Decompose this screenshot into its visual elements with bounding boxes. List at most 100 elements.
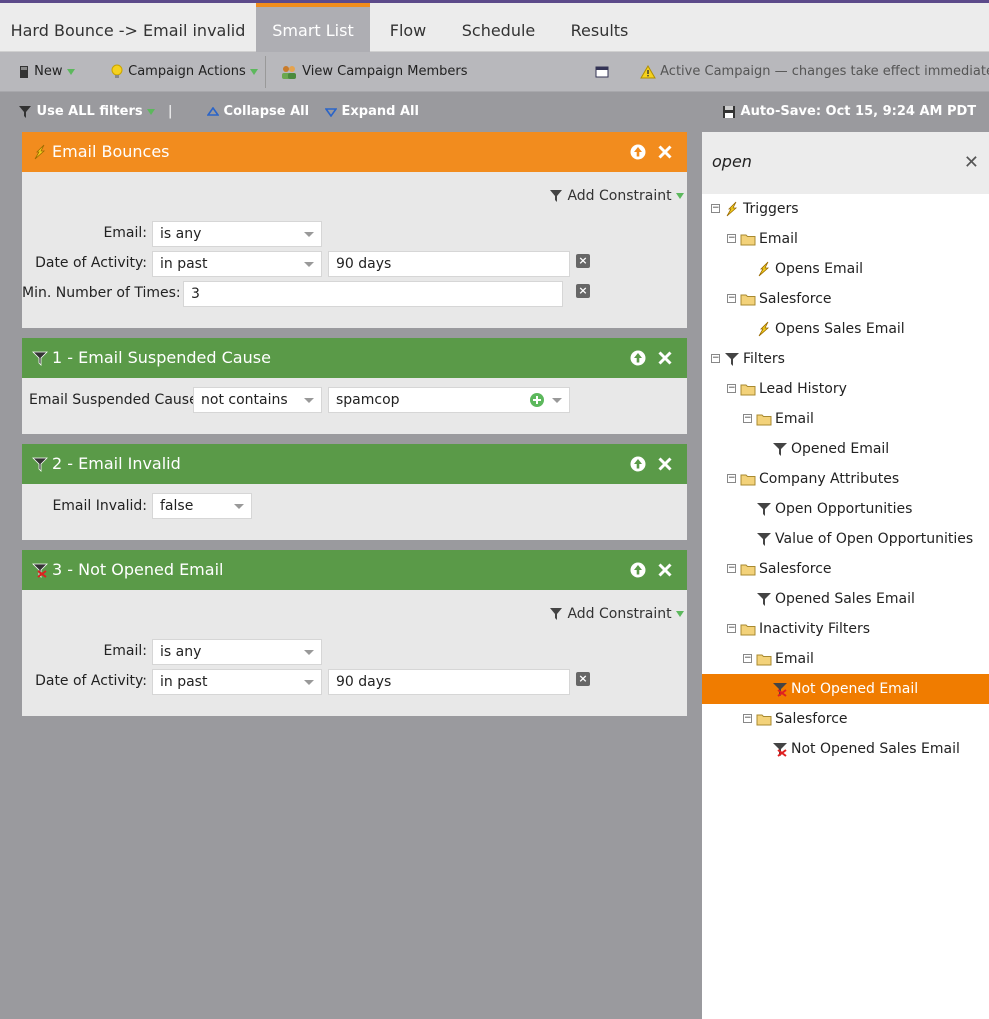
collapse-toggle-icon[interactable]: −	[727, 564, 736, 573]
add-constraint-button[interactable]: Add Constraint	[549, 606, 684, 622]
add-constraint-dropdown-icon	[675, 611, 684, 617]
tree-node-triggers[interactable]: − Triggers	[702, 194, 989, 224]
collapse-toggle-icon[interactable]: −	[727, 474, 736, 483]
new-dropdown-icon	[66, 68, 75, 75]
move-up-icon[interactable]	[630, 562, 646, 578]
date-of-activity-select[interactable]: in past	[152, 251, 322, 277]
tree-node-opened-email[interactable]: Opened Email	[702, 434, 989, 464]
card-header: 2 - Email Invalid	[22, 444, 687, 484]
toolbar: New Campaign Actions View Campaign Membe…	[0, 52, 989, 92]
move-up-icon[interactable]	[630, 350, 646, 366]
close-icon[interactable]	[657, 562, 673, 578]
tree-node-company-attributes[interactable]: − Company Attributes	[702, 464, 989, 494]
email-invalid-label: Email Invalid:	[52, 498, 147, 514]
tab-results[interactable]: Results	[551, 3, 648, 52]
tree-node-inactivity-filters[interactable]: − Inactivity Filters	[702, 614, 989, 644]
collapse-toggle-icon[interactable]: −	[743, 654, 752, 663]
sidebar-search-bar: open ✕	[702, 132, 989, 194]
window-icon[interactable]	[595, 52, 609, 92]
expand-all-label: Expand All	[341, 104, 419, 119]
tab-campaign-title[interactable]: Hard Bounce -> Email invalid	[0, 3, 256, 52]
collapse-toggle-icon[interactable]: −	[727, 234, 736, 243]
tree-node-email[interactable]: − Email	[702, 404, 989, 434]
tree-label: Salesforce	[759, 291, 832, 307]
move-up-icon[interactable]	[630, 144, 646, 160]
collapse-icon	[207, 106, 219, 117]
close-icon[interactable]	[657, 350, 673, 366]
filter-funnel-icon	[32, 350, 48, 366]
tree-node-salesforce[interactable]: − Salesforce	[702, 284, 989, 314]
tab-flow[interactable]: Flow	[370, 3, 446, 52]
filter-card-email-suspended-cause: 1 - Email Suspended Cause Email Suspende…	[22, 338, 687, 434]
close-icon[interactable]	[657, 456, 673, 472]
tab-bar: Hard Bounce -> Email invalid Smart List …	[0, 3, 989, 52]
tree-node-opens-email[interactable]: Opens Email	[702, 254, 989, 284]
tab-schedule[interactable]: Schedule	[446, 3, 551, 52]
active-campaign-notice: Active Campaign — changes take effect im…	[640, 52, 989, 92]
collapse-all-button[interactable]: Collapse All	[207, 92, 309, 132]
email-invalid-select[interactable]: false	[152, 493, 252, 519]
collapse-toggle-icon[interactable]: −	[727, 294, 736, 303]
tree-node-salesforce[interactable]: − Salesforce	[702, 704, 989, 734]
campaign-actions-button[interactable]: Campaign Actions	[110, 52, 258, 92]
min-number-input[interactable]: 3	[183, 281, 563, 307]
tree-node-not-opened-email-selected[interactable]: Not Opened Email	[702, 674, 989, 704]
collapse-toggle-icon[interactable]: −	[743, 414, 752, 423]
folder-icon	[756, 651, 772, 667]
email-invalid-value: false	[160, 498, 194, 514]
remove-constraint-icon[interactable]: ×	[576, 672, 590, 686]
tree-node-opened-sales-email[interactable]: Opened Sales Email	[702, 584, 989, 614]
collapse-toggle-icon[interactable]: −	[711, 204, 720, 213]
date-range-input[interactable]: 90 days	[328, 251, 570, 277]
tree-node-email[interactable]: − Email	[702, 224, 989, 254]
card-title: 3 - Not Opened Email	[52, 560, 224, 579]
remove-constraint-icon[interactable]: ×	[576, 284, 590, 298]
search-input[interactable]: open	[712, 152, 752, 171]
date-of-activity-select[interactable]: in past	[152, 669, 322, 695]
move-up-icon[interactable]	[630, 456, 646, 472]
tree-node-open-opportunities[interactable]: Open Opportunities	[702, 494, 989, 524]
tree-label: Opened Sales Email	[775, 591, 915, 607]
date-of-activity-label: Date of Activity:	[35, 673, 147, 689]
filter-card-email-invalid: 2 - Email Invalid Email Invalid: false	[22, 444, 687, 540]
operator-select[interactable]: not contains	[193, 387, 322, 413]
tree-node-not-opened-sales-email[interactable]: Not Opened Sales Email	[702, 734, 989, 764]
value-select-value: spamcop	[336, 392, 400, 408]
remove-constraint-icon[interactable]: ×	[576, 254, 590, 268]
new-button[interactable]: New	[18, 52, 75, 92]
tree-node-opens-sales-email[interactable]: Opens Sales Email	[702, 314, 989, 344]
clear-search-icon[interactable]: ✕	[964, 152, 979, 173]
use-filters-suffix: filters	[94, 104, 143, 119]
add-constraint-label: Add Constraint	[567, 606, 672, 622]
tree-node-salesforce[interactable]: − Salesforce	[702, 554, 989, 584]
folder-icon	[740, 621, 756, 637]
collapse-toggle-icon[interactable]: −	[743, 714, 752, 723]
tree-node-filters[interactable]: − Filters	[702, 344, 989, 374]
email-select[interactable]: is any	[152, 221, 322, 247]
value-select[interactable]: spamcop	[328, 387, 570, 413]
view-campaign-members-button[interactable]: View Campaign Members	[280, 52, 468, 92]
add-constraint-button[interactable]: Add Constraint	[549, 188, 684, 204]
tree-label: Not Opened Email	[791, 681, 919, 697]
collapse-all-label: Collapse All	[223, 104, 310, 119]
collapse-toggle-icon[interactable]: −	[727, 624, 736, 633]
date-of-activity-label: Date of Activity:	[35, 255, 147, 271]
operator-value: not contains	[201, 392, 288, 408]
tree-node-lead-history[interactable]: − Lead History	[702, 374, 989, 404]
tab-smart-list[interactable]: Smart List	[256, 3, 370, 52]
use-all-filters-button[interactable]: Use ALL filters	[18, 92, 155, 132]
collapse-toggle-icon[interactable]: −	[727, 384, 736, 393]
chevron-down-icon	[304, 232, 314, 237]
folder-icon	[740, 561, 756, 577]
tree-node-value-of-open-opportunities[interactable]: Value of Open Opportunities	[702, 524, 989, 554]
add-value-icon[interactable]	[529, 392, 545, 408]
collapse-toggle-icon[interactable]: −	[711, 354, 720, 363]
email-select[interactable]: is any	[152, 639, 322, 665]
expand-all-button[interactable]: Expand All	[325, 92, 419, 132]
date-range-input[interactable]: 90 days	[328, 669, 570, 695]
tree-node-email[interactable]: − Email	[702, 644, 989, 674]
inactivity-filter-icon	[772, 741, 788, 757]
tree-label: Filters	[743, 351, 785, 367]
close-icon[interactable]	[657, 144, 673, 160]
autosave-status: Auto-Save: Oct 15, 9:24 AM PDT	[722, 92, 976, 132]
